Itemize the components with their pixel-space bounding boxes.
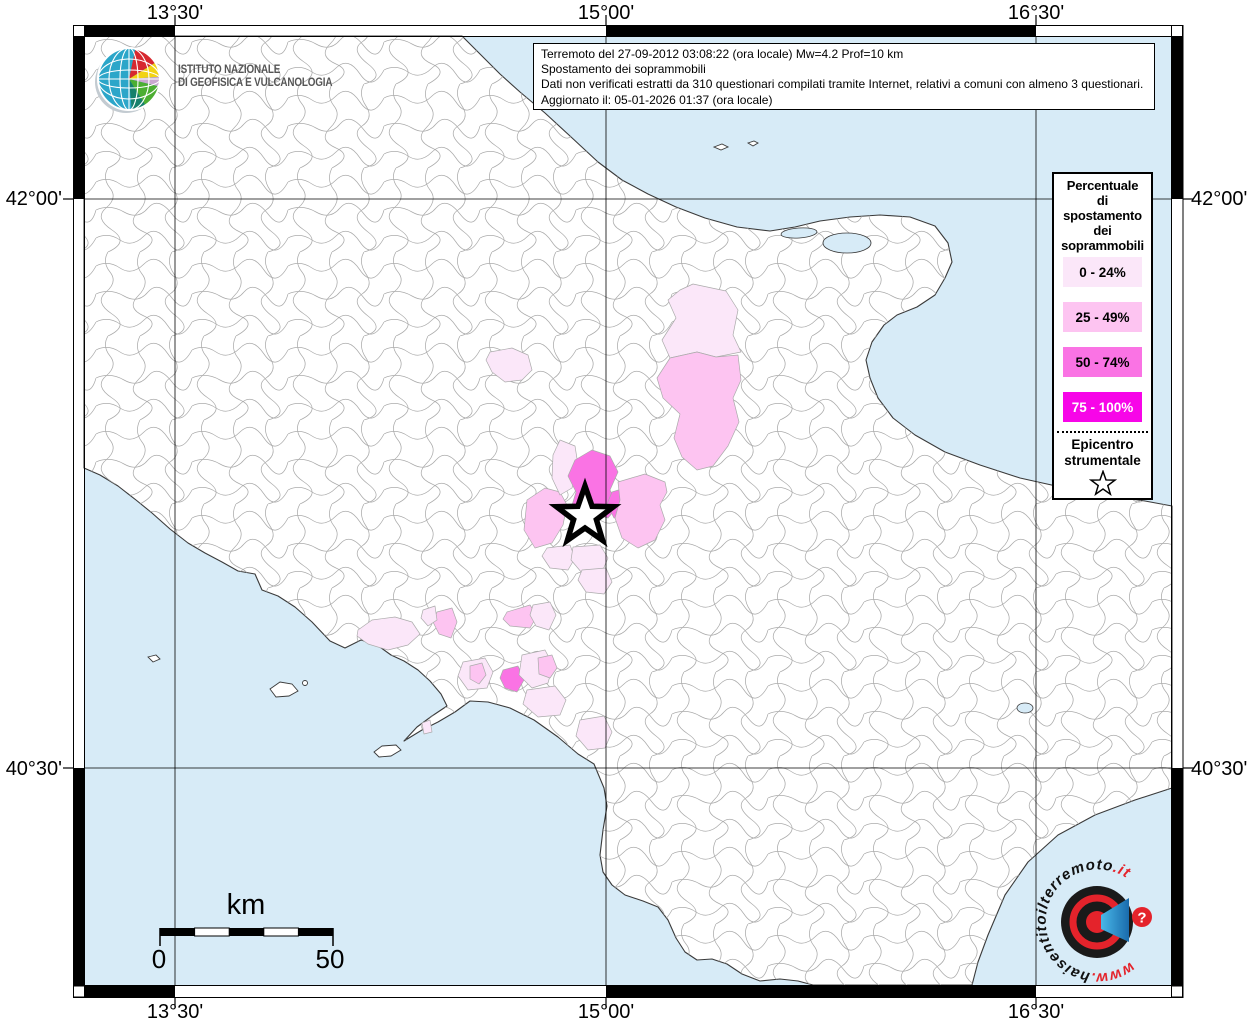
map-subject: Spostamento dei soprammobili — [541, 62, 706, 77]
lake-varano — [822, 232, 872, 254]
legend-title-line: dei — [1093, 223, 1112, 238]
site-url-suffix: .it — [1111, 859, 1134, 882]
legend-title-line: di — [1096, 193, 1109, 208]
svg-text:?: ? — [1137, 910, 1146, 927]
legend-swatch-0-24: 0 - 24% — [1063, 257, 1142, 287]
epicenter-label-line1: Epicentro — [1071, 437, 1134, 452]
ingv-globe-icon — [97, 47, 161, 111]
parallel-label-right-1: 42°00' — [1191, 188, 1248, 210]
legend-swatch-75-100: 75 - 100% — [1063, 392, 1142, 422]
legend-title-line: spostamento — [1063, 208, 1142, 223]
municipality-polygon — [421, 719, 433, 735]
legend-title-line: soprammobili — [1061, 238, 1144, 253]
ingv-name-line2: DI GEOFISICA E VULCANOLOGIA — [178, 77, 333, 89]
bullseye-icon — [1061, 886, 1133, 958]
legend-title: Percentuale di spostamento dei soprammob… — [1054, 174, 1151, 253]
legend-divider — [1057, 431, 1148, 433]
site-logo: www.haisentitoilterremoto.it ? — [1035, 858, 1152, 987]
last-update: Aggiornato il: 05-01-2026 01:37 (ora loc… — [541, 92, 773, 107]
scale-start-label: 0 — [151, 944, 167, 974]
legend-star-icon — [1088, 469, 1117, 497]
meridian-label-bottom-2: 15°00' — [577, 1001, 635, 1023]
site-url-prefix: www. — [1089, 959, 1138, 987]
scale-unit-label: km — [226, 889, 266, 921]
meridian-label-top-1: 13°30' — [146, 2, 204, 24]
ingv-name-line1: ISTITUTO NAZIONALE — [178, 64, 281, 76]
earthquake-info-box: Terremoto del 27-09-2012 03:08:22 (ora l… — [533, 43, 1155, 110]
ingv-name: ISTITUTO NAZIONALE DI GEOFISICA E VULCAN… — [178, 64, 333, 90]
map-page: 13°30' 15°00' 16°30' 13°30' 15°00' 16°30… — [0, 0, 1255, 1024]
epicenter-label-line2: strumentale — [1064, 453, 1141, 468]
legend-box: Percentuale di spostamento dei soprammob… — [1052, 172, 1153, 500]
question-mark-icon: ? — [1132, 907, 1152, 927]
ingv-logo — [95, 47, 161, 113]
meridian-label-top-2: 15°00' — [577, 2, 635, 24]
legend-swatch-25-49: 25 - 49% — [1063, 302, 1142, 332]
meridian-label-bottom-1: 13°30' — [146, 1001, 204, 1023]
parallel-label-left-2: 40°30' — [5, 758, 62, 780]
legend-title-line: Percentuale — [1066, 178, 1139, 193]
island-procida — [302, 680, 308, 686]
meridian-label-bottom-3: 16°30' — [1007, 1001, 1065, 1023]
parallel-label-left-1: 42°00' — [5, 188, 62, 210]
legend-swatch-50-74: 50 - 74% — [1063, 347, 1142, 377]
small-lake — [1016, 702, 1034, 714]
parallel-label-right-2: 40°30' — [1191, 758, 1248, 780]
meridian-label-top-3: 16°30' — [1007, 2, 1065, 24]
earthquake-title: Terremoto del 27-09-2012 03:08:22 (ora l… — [541, 47, 904, 61]
scale-end-label: 50 — [315, 944, 345, 974]
data-disclaimer: Dati non verificati estratti da 310 ques… — [541, 77, 1144, 92]
